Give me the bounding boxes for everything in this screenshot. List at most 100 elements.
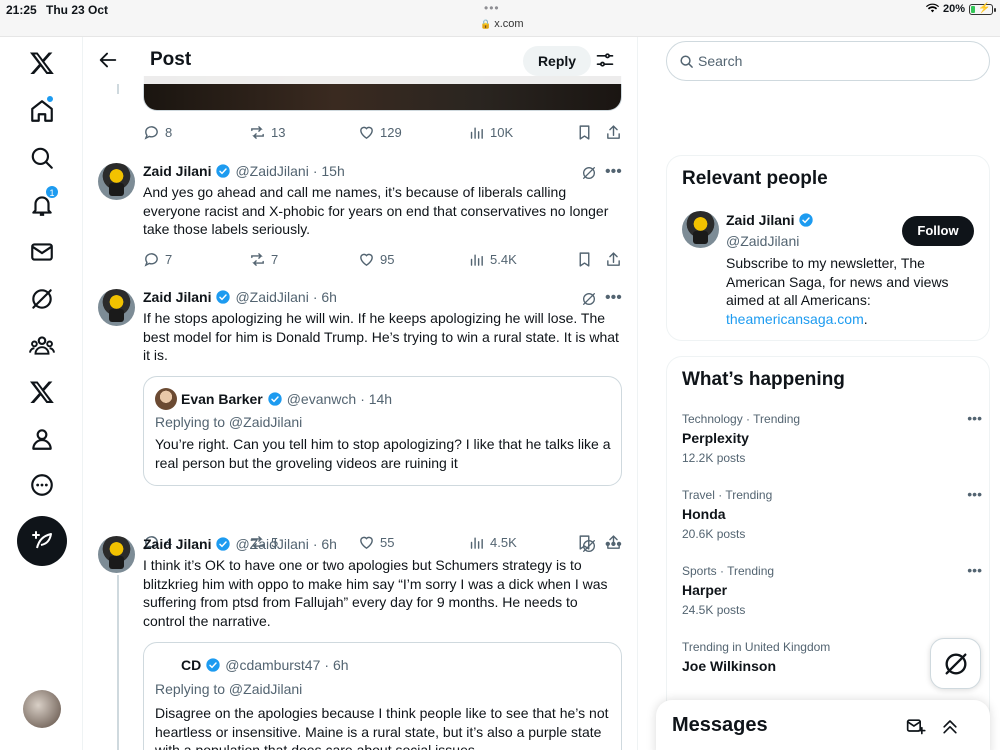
x-logo-icon[interactable] [20,41,64,85]
author-name[interactable]: Zaid Jilani [143,289,211,305]
more-options-icon[interactable]: ••• [605,163,622,181]
heart-icon [360,253,373,267]
author-name[interactable]: Zaid Jilani [143,163,211,179]
more-options-icon[interactable]: ••• [967,410,982,426]
home-icon[interactable] [20,89,64,133]
reply-action[interactable]: 7 [143,251,172,268]
reply-action[interactable]: 8 [143,124,172,141]
wifi-icon [926,3,939,16]
search-icon [680,55,693,68]
grok-icon[interactable] [20,277,64,321]
verified-badge-icon [206,658,220,672]
more-icon[interactable] [20,463,64,507]
post-actions: 7 7 95 5.4K [143,251,623,271]
avatar[interactable] [98,163,135,200]
trend-item[interactable]: Sports · Trending Harper 24.5K posts ••• [682,562,982,617]
bookmark-icon[interactable] [576,251,593,271]
like-count: 55 [380,535,395,550]
views-action[interactable]: 4.5K [468,534,517,551]
like-action[interactable]: 129 [358,124,402,141]
trend-name: Harper [682,582,728,598]
post-actions: 8 13 129 10K [143,124,623,144]
views-icon [470,254,483,266]
quoted-post[interactable]: Evan Barker @evanwch · 14h Replying to @… [143,376,622,486]
mail-icon[interactable] [20,230,64,274]
quoted-post[interactable]: CD @cdamburst47 · 6h Replying to @ZaidJi… [143,642,622,750]
grok-floating-button[interactable] [930,638,981,689]
avatar[interactable] [98,536,135,573]
post-time[interactable]: · 15h [313,163,345,179]
author-handle[interactable]: @ZaidJilani [235,289,308,305]
quoted-time: · 14h [360,391,393,407]
expand-up-icon[interactable] [940,716,960,736]
follow-button[interactable]: Follow [902,216,974,246]
like-count: 129 [380,125,402,140]
views-action[interactable]: 5.4K [468,251,517,268]
x-premium-icon[interactable] [20,370,64,414]
compose-button[interactable] [17,516,67,566]
messages-drawer[interactable]: Messages [656,700,990,750]
trend-count: 24.5K posts [682,603,746,617]
grok-icon[interactable] [581,291,597,307]
post-text: I think it’s OK to have one or two apolo… [143,557,608,629]
search-icon[interactable] [20,136,64,180]
trend-category: Sports · Trending [682,564,775,578]
post-text: And yes go ahead and call me names, it’s… [143,184,609,237]
post-time[interactable]: · 6h [313,536,337,552]
author-handle[interactable]: @ZaidJilani [235,536,308,552]
profile-icon[interactable] [20,417,64,461]
person-handle[interactable]: @ZaidJilani [726,233,799,249]
more-options-icon[interactable]: ••• [605,289,622,307]
heart-icon [360,536,373,550]
relevant-people-title: Relevant people [682,168,828,189]
trend-item[interactable]: Technology · Trending Perplexity 12.2K p… [682,410,982,465]
new-message-icon[interactable] [906,716,926,736]
bell-icon[interactable]: 1 [20,183,64,227]
share-icon[interactable] [605,124,622,144]
bio-link[interactable]: theamericansaga.com [726,311,864,327]
account-avatar[interactable] [23,690,61,728]
battery-percent: 20% [943,3,966,15]
more-options-icon[interactable]: ••• [967,562,982,578]
repost-action[interactable]: 13 [249,124,285,141]
bookmark-icon[interactable] [576,124,593,144]
share-icon[interactable] [605,251,622,271]
like-action[interactable]: 95 [358,251,394,268]
more-options-icon[interactable]: ••• [967,486,982,502]
trend-category: Travel · Trending [682,488,773,502]
grok-icon [945,653,966,674]
search-placeholder: Search [698,53,743,69]
author-handle[interactable]: @ZaidJilani [235,163,308,179]
trend-item[interactable]: Travel · Trending Honda 20.6K posts ••• [682,486,982,541]
repost-action[interactable]: 7 [249,251,278,268]
more-options-icon[interactable]: ••• [605,536,622,554]
filter-settings-icon[interactable] [595,50,615,70]
person-name[interactable]: Zaid Jilani [726,212,794,228]
grok-icon[interactable] [581,165,597,181]
like-count: 95 [380,252,395,267]
view-count: 5.4K [490,252,517,267]
verified-badge-icon [268,392,282,406]
home-unread-dot [46,95,54,103]
avatar[interactable] [682,211,719,248]
status-bar: 21:25 Thu 23 Oct ••• 🔒 x.com 20% ⚡ [0,0,1000,37]
search-input[interactable]: Search [666,41,990,81]
back-arrow-icon[interactable] [97,49,119,71]
grok-icon[interactable] [581,538,597,554]
post-time[interactable]: · 6h [313,289,337,305]
compose-icon [32,531,52,549]
repost-icon [251,126,264,139]
sidebar-right: Search Relevant people Zaid Jilani @Zaid… [638,37,1000,750]
multitasking-dots-icon[interactable]: ••• [484,1,500,15]
author-name[interactable]: Zaid Jilani [143,536,211,552]
reply-button[interactable]: Reply [523,46,591,76]
post-header: Post Reply [83,37,637,84]
views-action[interactable]: 10K [468,124,513,141]
address-bar[interactable]: 🔒 x.com [480,18,524,30]
quoted-text: Disagree on the apologies because I thin… [155,705,609,750]
like-action[interactable]: 55 [358,534,394,551]
status-time: 21:25 [6,3,37,17]
view-count: 10K [490,125,514,140]
avatar[interactable] [98,289,135,326]
communities-icon[interactable] [20,323,64,367]
